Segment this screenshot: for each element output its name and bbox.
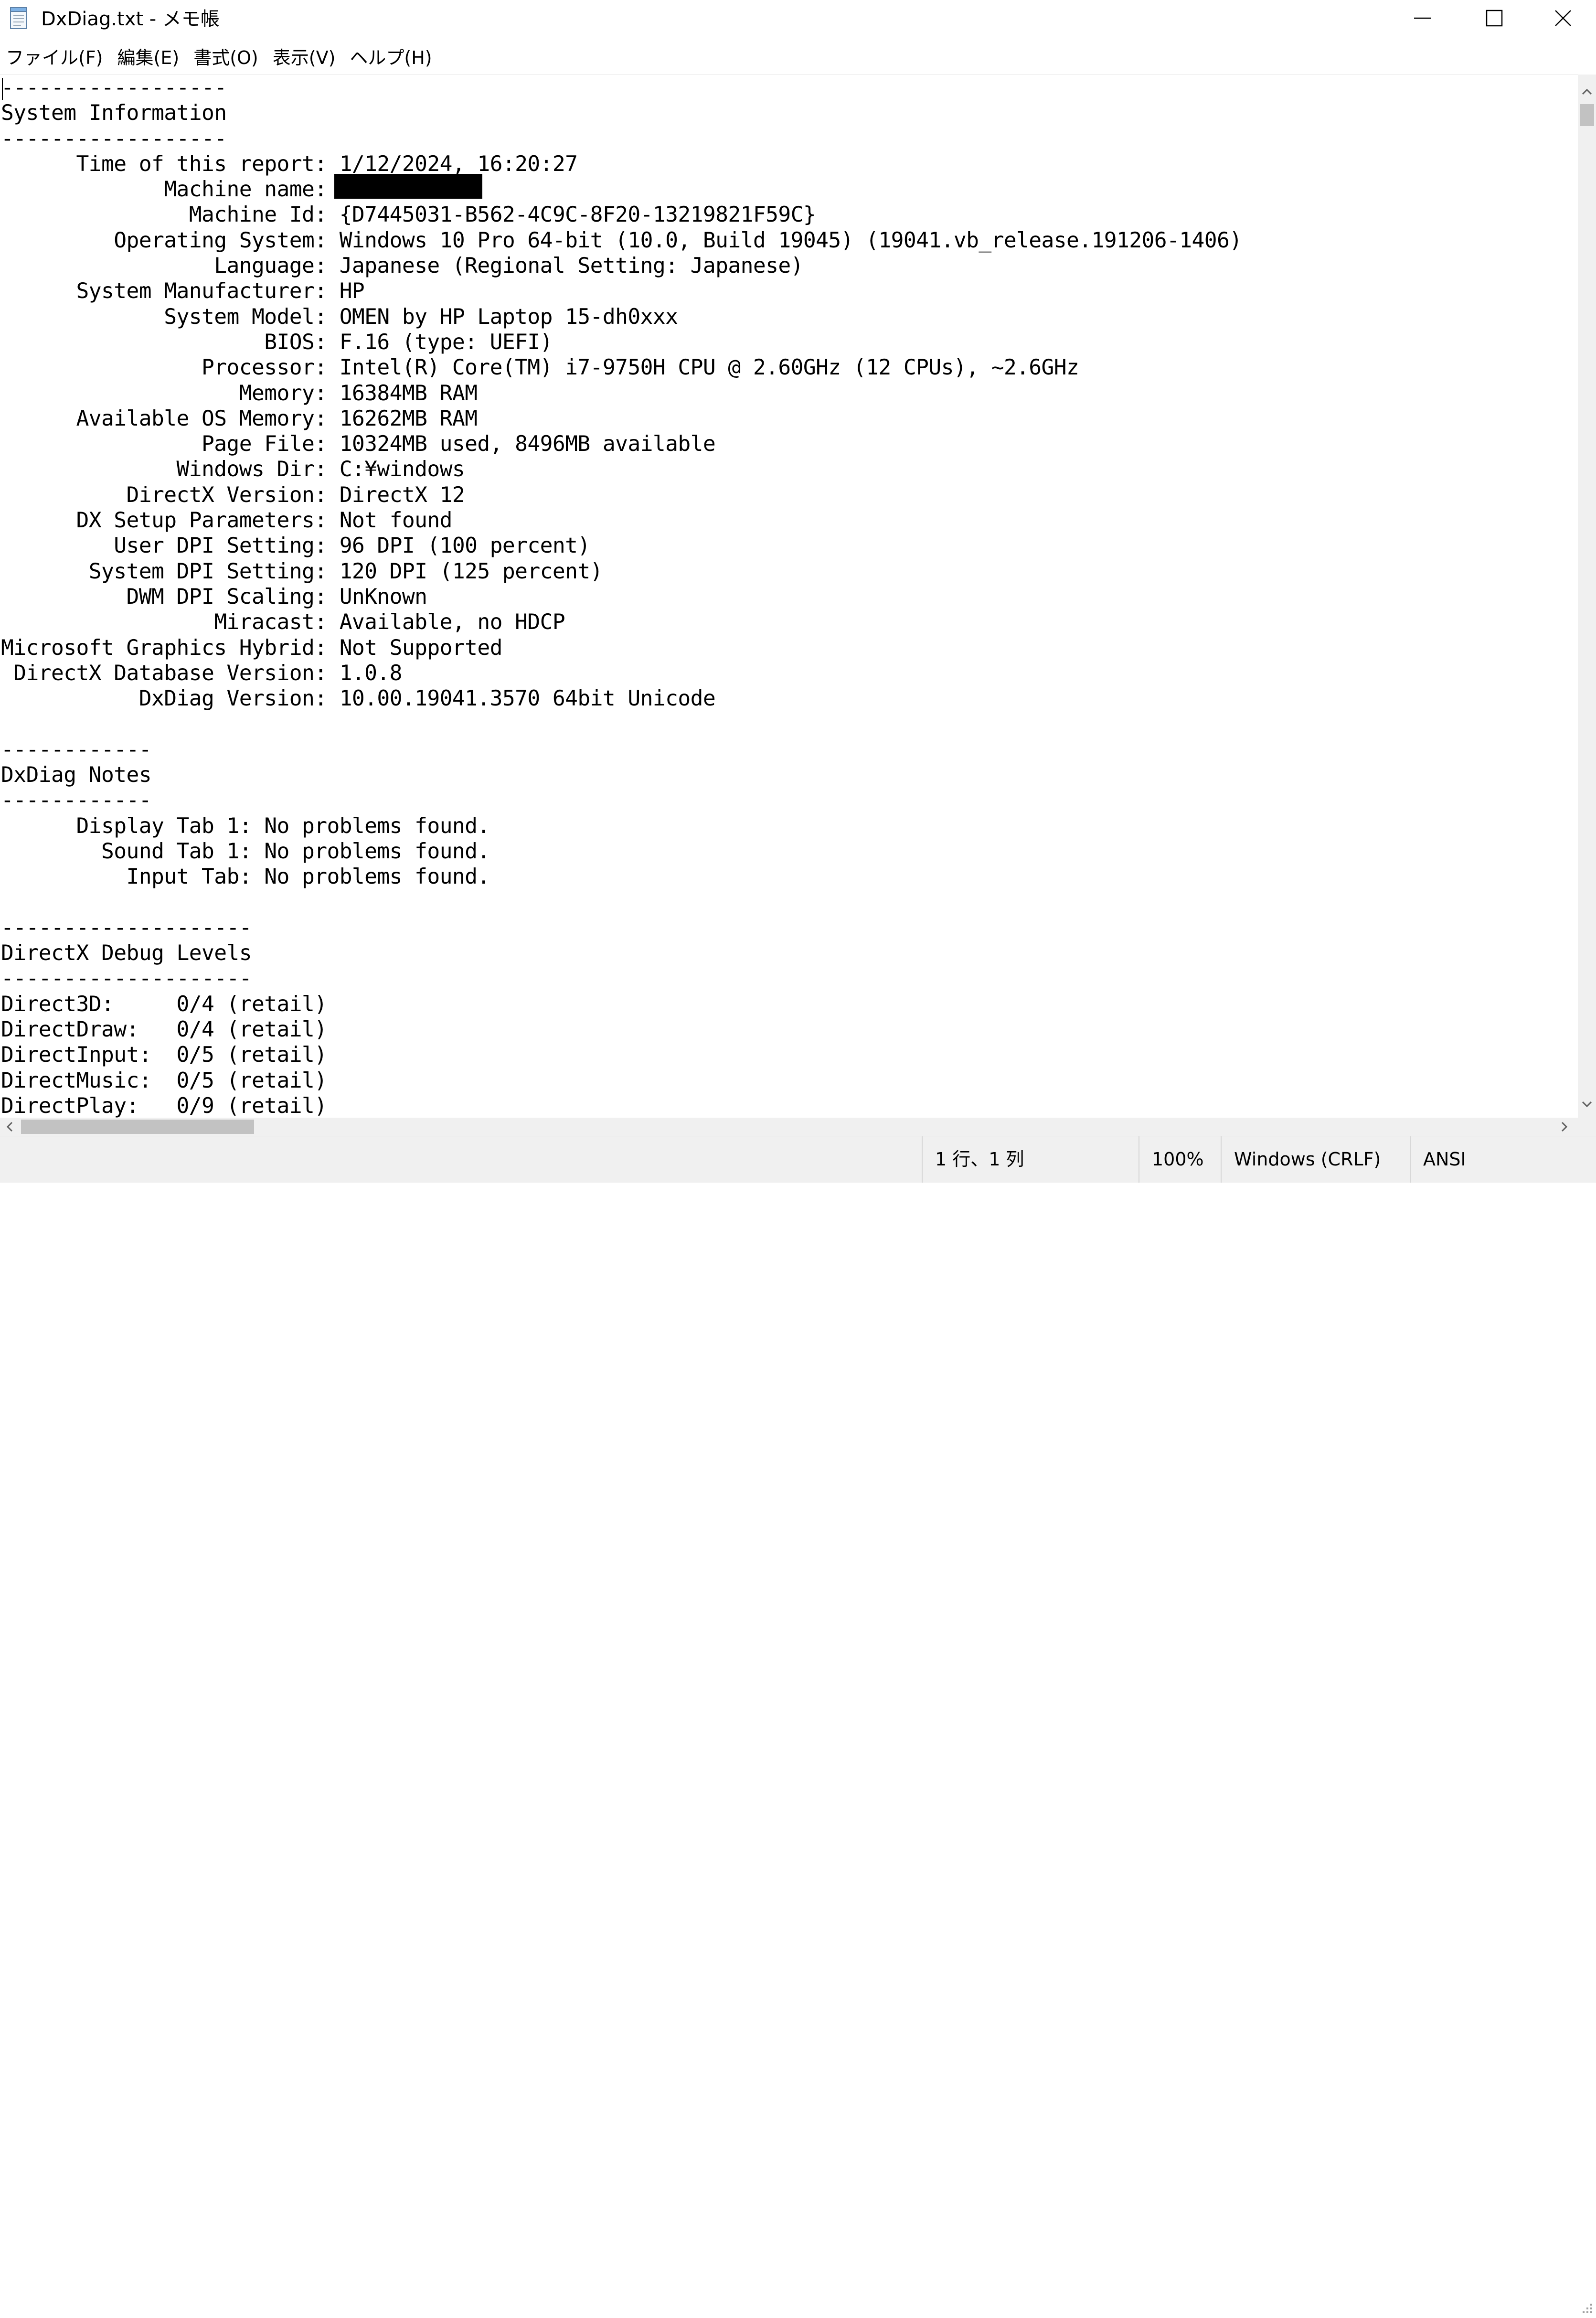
machine-name-redaction (334, 174, 482, 199)
status-zoom: 100% (1138, 1136, 1233, 1183)
chevron-down-icon (1582, 1101, 1592, 1108)
scrollbar-corner (1578, 1118, 1596, 1136)
notepad-icon[interactable] (9, 7, 31, 30)
vertical-scrollbar[interactable] (1578, 75, 1596, 1118)
text-caret (2, 78, 3, 100)
scroll-left-button[interactable] (0, 1118, 19, 1136)
horizontal-scroll-thumb[interactable] (21, 1120, 254, 1134)
horizontal-scrollbar[interactable] (0, 1118, 1578, 1136)
menu-view[interactable]: 表示(V) (273, 43, 344, 72)
status-encoding: ANSI (1410, 1136, 1585, 1183)
chevron-up-icon (1582, 88, 1592, 95)
menu-file[interactable]: ファイル(F) (6, 43, 112, 72)
scroll-right-button[interactable] (1555, 1118, 1574, 1136)
maximize-button[interactable] (1458, 0, 1530, 36)
scroll-down-button[interactable] (1578, 1095, 1596, 1114)
status-line-ending: Windows (CRLF) (1221, 1136, 1420, 1183)
minimize-icon (1414, 17, 1431, 19)
scroll-up-button[interactable] (1578, 82, 1596, 101)
document-text[interactable]: ------------------ System Information --… (0, 75, 1578, 1118)
menu-edit[interactable]: 編集(E) (117, 43, 188, 72)
title-bar[interactable]: DxDiag.txt - メモ帳 (0, 0, 1596, 38)
status-cursor-position: 1 行、1 列 (922, 1136, 1140, 1183)
status-bar: 1 行、1 列 100% Windows (CRLF) ANSI (0, 1136, 1596, 2313)
maximize-icon (1486, 10, 1503, 27)
vertical-scroll-thumb[interactable] (1580, 104, 1594, 126)
close-icon (1555, 10, 1571, 26)
text-editor[interactable]: ------------------ System Information --… (0, 75, 1578, 1118)
chevron-right-icon (1561, 1122, 1568, 1132)
window-title: DxDiag.txt - メモ帳 (41, 8, 220, 30)
close-button[interactable] (1530, 0, 1596, 36)
menu-bar: ファイル(F) 編集(E) 書式(O) 表示(V) ヘルプ(H) (0, 42, 1596, 74)
menu-format[interactable]: 書式(O) (193, 43, 267, 72)
minimize-button[interactable] (1387, 0, 1458, 36)
resize-grip-icon[interactable] (1578, 2297, 1594, 2316)
notepad-window: DxDiag.txt - メモ帳 ファイル(F) 編集(E) 書式(O) 表示(… (0, 0, 1596, 2313)
chevron-left-icon (6, 1122, 13, 1132)
menu-help[interactable]: ヘルプ(H) (350, 43, 440, 72)
